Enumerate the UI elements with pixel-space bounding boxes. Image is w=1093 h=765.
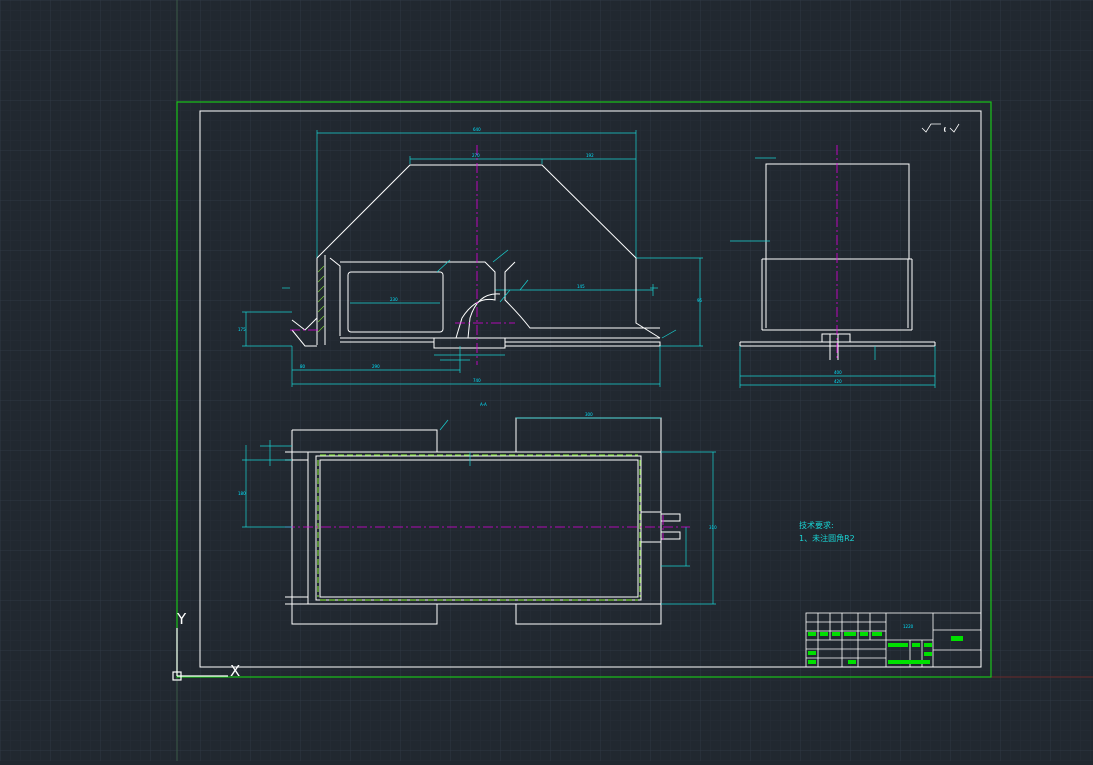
dim-front-bottom-1: 80 <box>300 364 306 369</box>
cad-drawing-canvas[interactable]: ( 640 270 192 95 145 230 175 80 290 740 … <box>0 0 1093 761</box>
dim-top-right-offset: 192 <box>586 153 594 158</box>
dim-front-right-height: 95 <box>697 298 703 303</box>
ucs-y-label: Y <box>176 610 187 628</box>
ucs-x-label: X <box>230 662 240 680</box>
title-block-part-code: 1220 <box>903 624 914 629</box>
dim-front-right-segment: 145 <box>577 284 585 289</box>
dim-front-bottom-2: 290 <box>372 364 380 369</box>
dim-plan-left-height: 180 <box>238 491 246 496</box>
dim-top-overall: 640 <box>473 127 481 132</box>
dim-front-left-height: 175 <box>238 327 246 332</box>
cad-model-space-viewport[interactable]: ( 640 270 192 95 145 230 175 80 290 740 … <box>0 0 1093 761</box>
dim-side-width-inner: 400 <box>834 370 842 375</box>
dim-top-inner: 270 <box>472 153 480 158</box>
dim-side-width-outer: 420 <box>834 379 842 384</box>
plan-center-mark: A-A <box>480 402 487 407</box>
dim-plan-top-slot: 300 <box>585 412 593 417</box>
dim-front-bottom-overall: 740 <box>473 378 481 383</box>
tech-req-item-1: 1、未注圆角R2 <box>799 533 855 543</box>
tech-req-heading: 技术要求: <box>799 520 834 530</box>
dim-plan-right-height: 310 <box>709 525 717 530</box>
dim-front-hole-width: 230 <box>390 297 398 302</box>
